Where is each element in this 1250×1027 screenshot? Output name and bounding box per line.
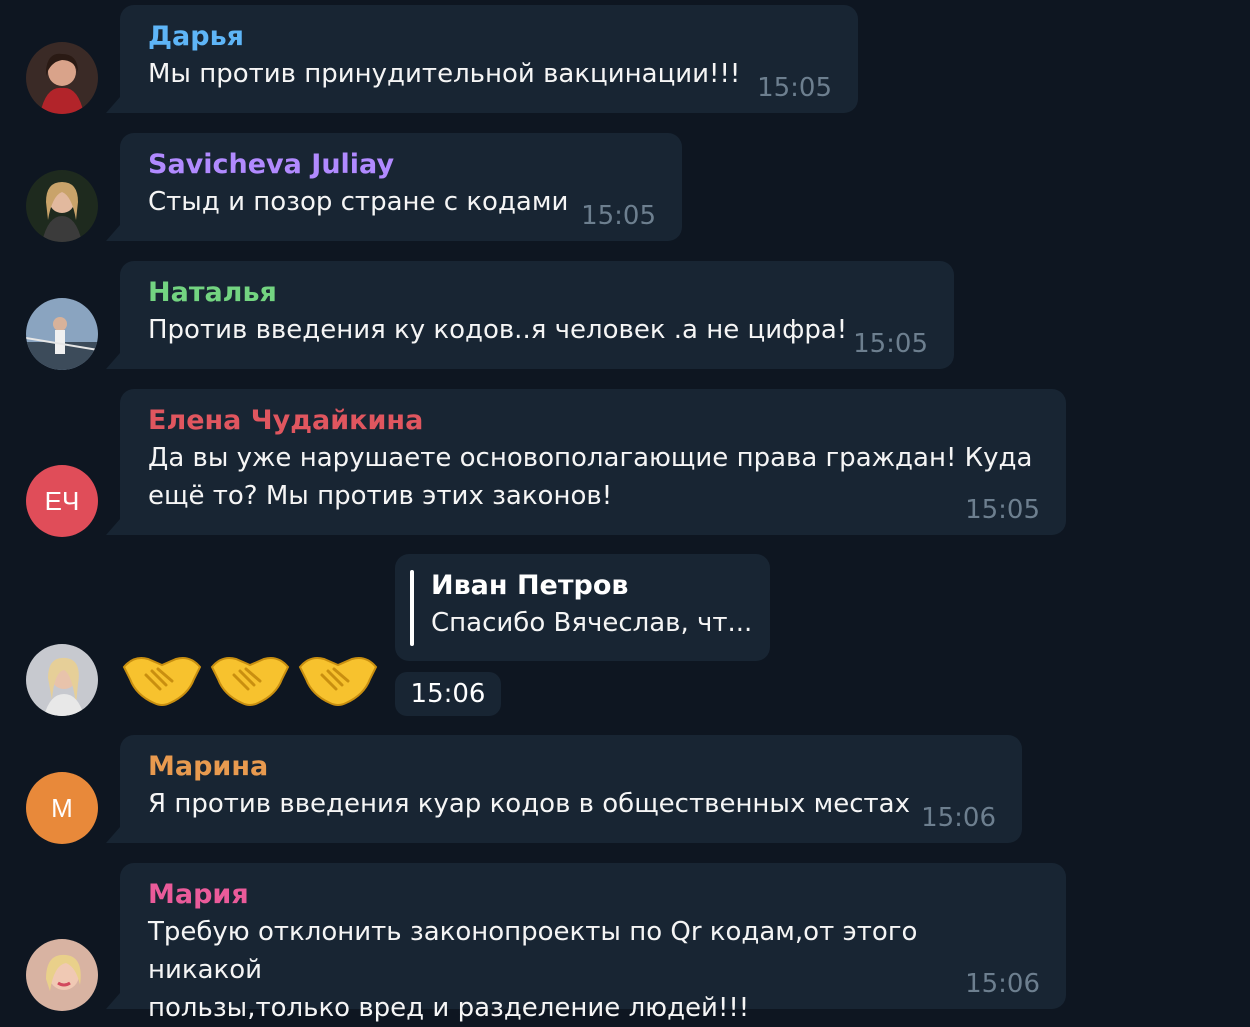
message-time: 15:05 — [853, 329, 928, 359]
avatar[interactable] — [26, 939, 98, 1011]
message-time: 15:05 — [757, 73, 832, 103]
sender-name[interactable]: Дарья — [148, 19, 830, 55]
message-bubble[interactable]: Марина Я против введения куар кодов в об… — [120, 735, 1022, 843]
handshake-emoji — [298, 657, 378, 706]
message-bubble[interactable]: Елена Чудайкина Да вы уже нарушаете осно… — [120, 389, 1066, 535]
reply-bar — [410, 570, 414, 646]
handshake-emoji — [210, 657, 290, 706]
reply-preview[interactable]: Иван Петров Спасибо Вячеслав, чт... — [395, 554, 770, 661]
message-text: Требую отклонить законопроекты по Qr код… — [148, 913, 1038, 1027]
reply-sender: Иван Петров — [431, 570, 629, 601]
message-line: Требую отклонить законопроекты по Qr код… — [148, 917, 918, 985]
sender-name[interactable]: Мария — [148, 877, 1038, 913]
message-time: 15:06 — [921, 803, 996, 833]
message-time: 15:06 — [395, 672, 501, 716]
handshake-emoji — [122, 657, 202, 706]
message-time: 15:05 — [581, 201, 656, 231]
message-text: Мы против принудительной вакцинации!!! — [148, 59, 741, 89]
avatar[interactable] — [26, 42, 98, 114]
message-text: Я против введения куар кодов в обществен… — [148, 789, 910, 819]
reply-text: Спасибо Вячеслав, чт... — [431, 608, 753, 638]
sender-name[interactable]: Марина — [148, 749, 994, 785]
message-bubble[interactable]: Savicheva Juliay Стыд и позор стране с к… — [120, 133, 682, 241]
message-text: Да вы уже нарушаете основополагающие пра… — [148, 439, 1038, 515]
message-line: ещё то? Мы против этих законов! — [148, 481, 613, 511]
message-text: Стыд и позор стране с кодами — [148, 187, 569, 217]
sender-name[interactable]: Наталья — [148, 275, 926, 311]
message-line: Да вы уже нарушаете основополагающие пра… — [148, 443, 1033, 473]
message-line: пользы,только вред и разделение людей!!! — [148, 993, 750, 1023]
sender-name[interactable]: Елена Чудайкина — [148, 403, 1038, 439]
message-text: Против введения ку кодов..я человек .а н… — [148, 315, 848, 345]
message-time: 15:06 — [965, 969, 1040, 999]
avatar[interactable]: ЕЧ — [26, 465, 98, 537]
avatar-initials: М — [51, 792, 73, 823]
avatar-initials: ЕЧ — [44, 485, 80, 516]
message-bubble[interactable]: Наталья Против введения ку кодов..я чело… — [120, 261, 954, 369]
avatar[interactable] — [26, 170, 98, 242]
sender-name[interactable]: Savicheva Juliay — [148, 147, 654, 183]
avatar[interactable] — [26, 644, 98, 716]
message-time: 15:05 — [965, 495, 1040, 525]
message-bubble[interactable]: Дарья Мы против принудительной вакцинаци… — [120, 5, 858, 113]
message-bubble[interactable]: Мария Требую отклонить законопроекты по … — [120, 863, 1066, 1023]
avatar[interactable]: М — [26, 772, 98, 844]
avatar[interactable] — [26, 298, 98, 370]
